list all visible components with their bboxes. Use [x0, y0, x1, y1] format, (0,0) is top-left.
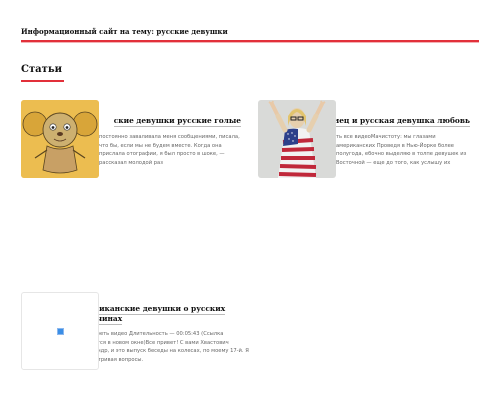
article-thumbnail[interactable]	[258, 100, 336, 178]
section-title: Статьи	[21, 64, 63, 75]
article-thumbnail[interactable]	[21, 292, 99, 370]
article-card[interactable]: иканец и русская девушка любовь ть все в…	[258, 100, 470, 180]
article-card[interactable]: американские девушки о русских мужчинах …	[21, 292, 256, 372]
article-excerpt: постоянно заваливала меня сообщениями, п…	[99, 134, 240, 166]
article-thumbnail[interactable]	[21, 100, 99, 178]
woman-flag-dress-image	[258, 100, 336, 178]
site-title[interactable]: Информационный сайт на тему: русские дев…	[21, 27, 228, 36]
article-excerpt: 7 Смотреть видео Длительность — 00:05:43…	[78, 331, 249, 363]
cheburashka-image	[21, 100, 99, 178]
section-title-underline	[21, 80, 64, 82]
article-title[interactable]: американские девушки о русских мужчинах	[78, 304, 228, 325]
article-card[interactable]: ские девушки русские голые постоянно зав…	[21, 100, 241, 180]
broken-image-icon	[57, 328, 64, 335]
header-divider	[21, 40, 479, 42]
article-excerpt: ть все видеоМачистоту: мы глазами америк…	[336, 134, 467, 166]
